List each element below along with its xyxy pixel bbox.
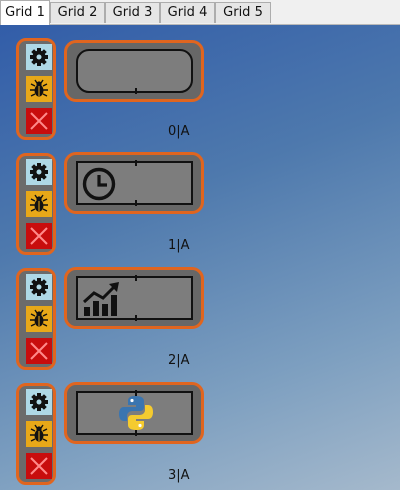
cell-2-screen (76, 275, 193, 321)
tab-grid-4[interactable]: Grid 4 (160, 2, 215, 23)
cell-1-gear-button[interactable] (26, 159, 52, 185)
cell-1-main-panel[interactable] (64, 152, 204, 214)
cell-1-label: 1|A (168, 238, 190, 253)
cell-0-tick (135, 88, 137, 94)
close-icon (30, 342, 48, 360)
cell-1-screen (76, 160, 193, 206)
tab-grid-5[interactable]: Grid 5 (215, 2, 271, 23)
cell-2-main-panel[interactable] (64, 267, 204, 329)
cell-0-side-panel (16, 38, 56, 140)
cell-3-main-panel[interactable] (64, 382, 204, 444)
cell-2-label: 2|A (168, 353, 190, 368)
cell-3-label: 3|A (168, 468, 190, 483)
clock-icon (82, 167, 116, 201)
close-icon (30, 112, 48, 130)
cell-2-bug-button[interactable] (26, 306, 52, 332)
cell-0-gear-button[interactable] (26, 44, 52, 70)
cell-0-close-button[interactable] (26, 108, 52, 134)
cell-2-tick-top (135, 275, 137, 281)
cell-3-bug-button[interactable] (26, 421, 52, 447)
cell-3-gear-button[interactable] (26, 389, 52, 415)
cell-1-close-button[interactable] (26, 223, 52, 249)
cell-3-screen (76, 390, 193, 436)
cell-0-main-panel[interactable] (64, 40, 204, 102)
cell-2-close-button[interactable] (26, 338, 52, 364)
gear-icon (30, 393, 48, 411)
bug-icon (30, 79, 48, 97)
tab-grid-2[interactable]: Grid 2 (50, 2, 105, 23)
python-logo-icon (119, 396, 153, 430)
gear-icon (30, 48, 48, 66)
cell-3-close-button[interactable] (26, 453, 52, 479)
tab-bar: Grid 1 Grid 2 Grid 3 Grid 4 Grid 5 (0, 0, 400, 25)
bug-icon (30, 424, 48, 442)
bug-icon (30, 309, 48, 327)
cell-1-tick-top (135, 160, 137, 166)
cell-1-side-panel (16, 153, 56, 255)
cell-0-screen (76, 49, 193, 94)
cell-2-gear-button[interactable] (26, 274, 52, 300)
cell-1-bug-button[interactable] (26, 191, 52, 217)
cell-1-tick-bottom (135, 200, 137, 206)
cell-2-side-panel (16, 268, 56, 370)
tab-grid-1[interactable]: Grid 1 (0, 0, 50, 25)
cell-0-label: 0|A (168, 124, 190, 139)
tab-grid-3[interactable]: Grid 3 (105, 2, 160, 23)
gear-icon (30, 163, 48, 181)
cell-0-bug-button[interactable] (26, 76, 52, 102)
chart-trend-icon (82, 282, 119, 316)
bug-icon (30, 194, 48, 212)
gear-icon (30, 278, 48, 296)
cell-3-side-panel (16, 383, 56, 485)
close-icon (30, 457, 48, 475)
close-icon (30, 227, 48, 245)
cell-2-tick-bottom (135, 315, 137, 321)
